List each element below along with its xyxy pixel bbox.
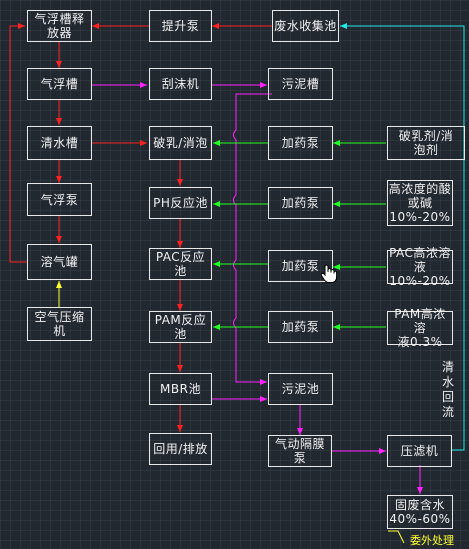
node-diaphragm-pump: 气动隔膜 泵 — [268, 435, 332, 467]
node-float-tank: 气浮槽 — [27, 68, 92, 100]
node-dosing-pump-4: 加药泵 — [268, 311, 333, 343]
edge-sludgetank-to-sludgepool — [233, 93, 272, 385]
node-demulsifier-agent: 破乳剂/消 泡剂 — [387, 126, 465, 160]
node-pac-solution: PAC高浓溶 液10%-20% — [387, 246, 453, 288]
node-demulsify: 破乳/消泡 — [149, 126, 212, 160]
node-float-pump: 气浮泵 — [27, 183, 92, 216]
node-scraper: 刮沫机 — [149, 68, 212, 100]
node-filter-press: 压滤机 — [387, 435, 452, 467]
node-dissolve-tank: 溶气罐 — [27, 244, 92, 280]
label-outsourced: 委外处理 — [410, 534, 454, 547]
node-air-compressor: 空气压缩 机 — [27, 307, 92, 341]
node-mbr-tank: MBR池 — [149, 373, 212, 405]
node-dosing-pump-1: 加药泵 — [268, 126, 333, 160]
node-sludge-tank: 污泥槽 — [268, 68, 333, 100]
node-reuse: 回用/排放 — [149, 433, 212, 465]
hand-cursor-icon — [320, 264, 338, 288]
label-clear-water-return: 清 水 回 流 — [441, 360, 454, 419]
node-pam-solution: PAM高浓溶 液0.3% — [387, 307, 453, 349]
node-lift-pump: 提升泵 — [149, 10, 212, 42]
node-dosing-pump-2: 加药泵 — [268, 187, 333, 219]
node-pac-tank: PAC反应池 — [149, 248, 212, 280]
node-sludge-pool: 污泥池 — [268, 373, 333, 405]
node-wastewater-tank: 废水收集池 — [272, 10, 339, 42]
node-acid-base: 高浓度的酸 或碱 10%-20% — [387, 180, 453, 226]
node-clear-tank: 清水槽 — [27, 126, 92, 160]
edge-dissolve-to-release — [9, 23, 27, 263]
node-solid-waste: 固废含水 40%-60% — [387, 495, 453, 529]
node-float-release: 气浮槽释 放器 — [27, 10, 92, 42]
node-pam-tank: PAM反应池 — [149, 311, 212, 343]
node-ph-tank: PH反应池 — [149, 187, 212, 219]
